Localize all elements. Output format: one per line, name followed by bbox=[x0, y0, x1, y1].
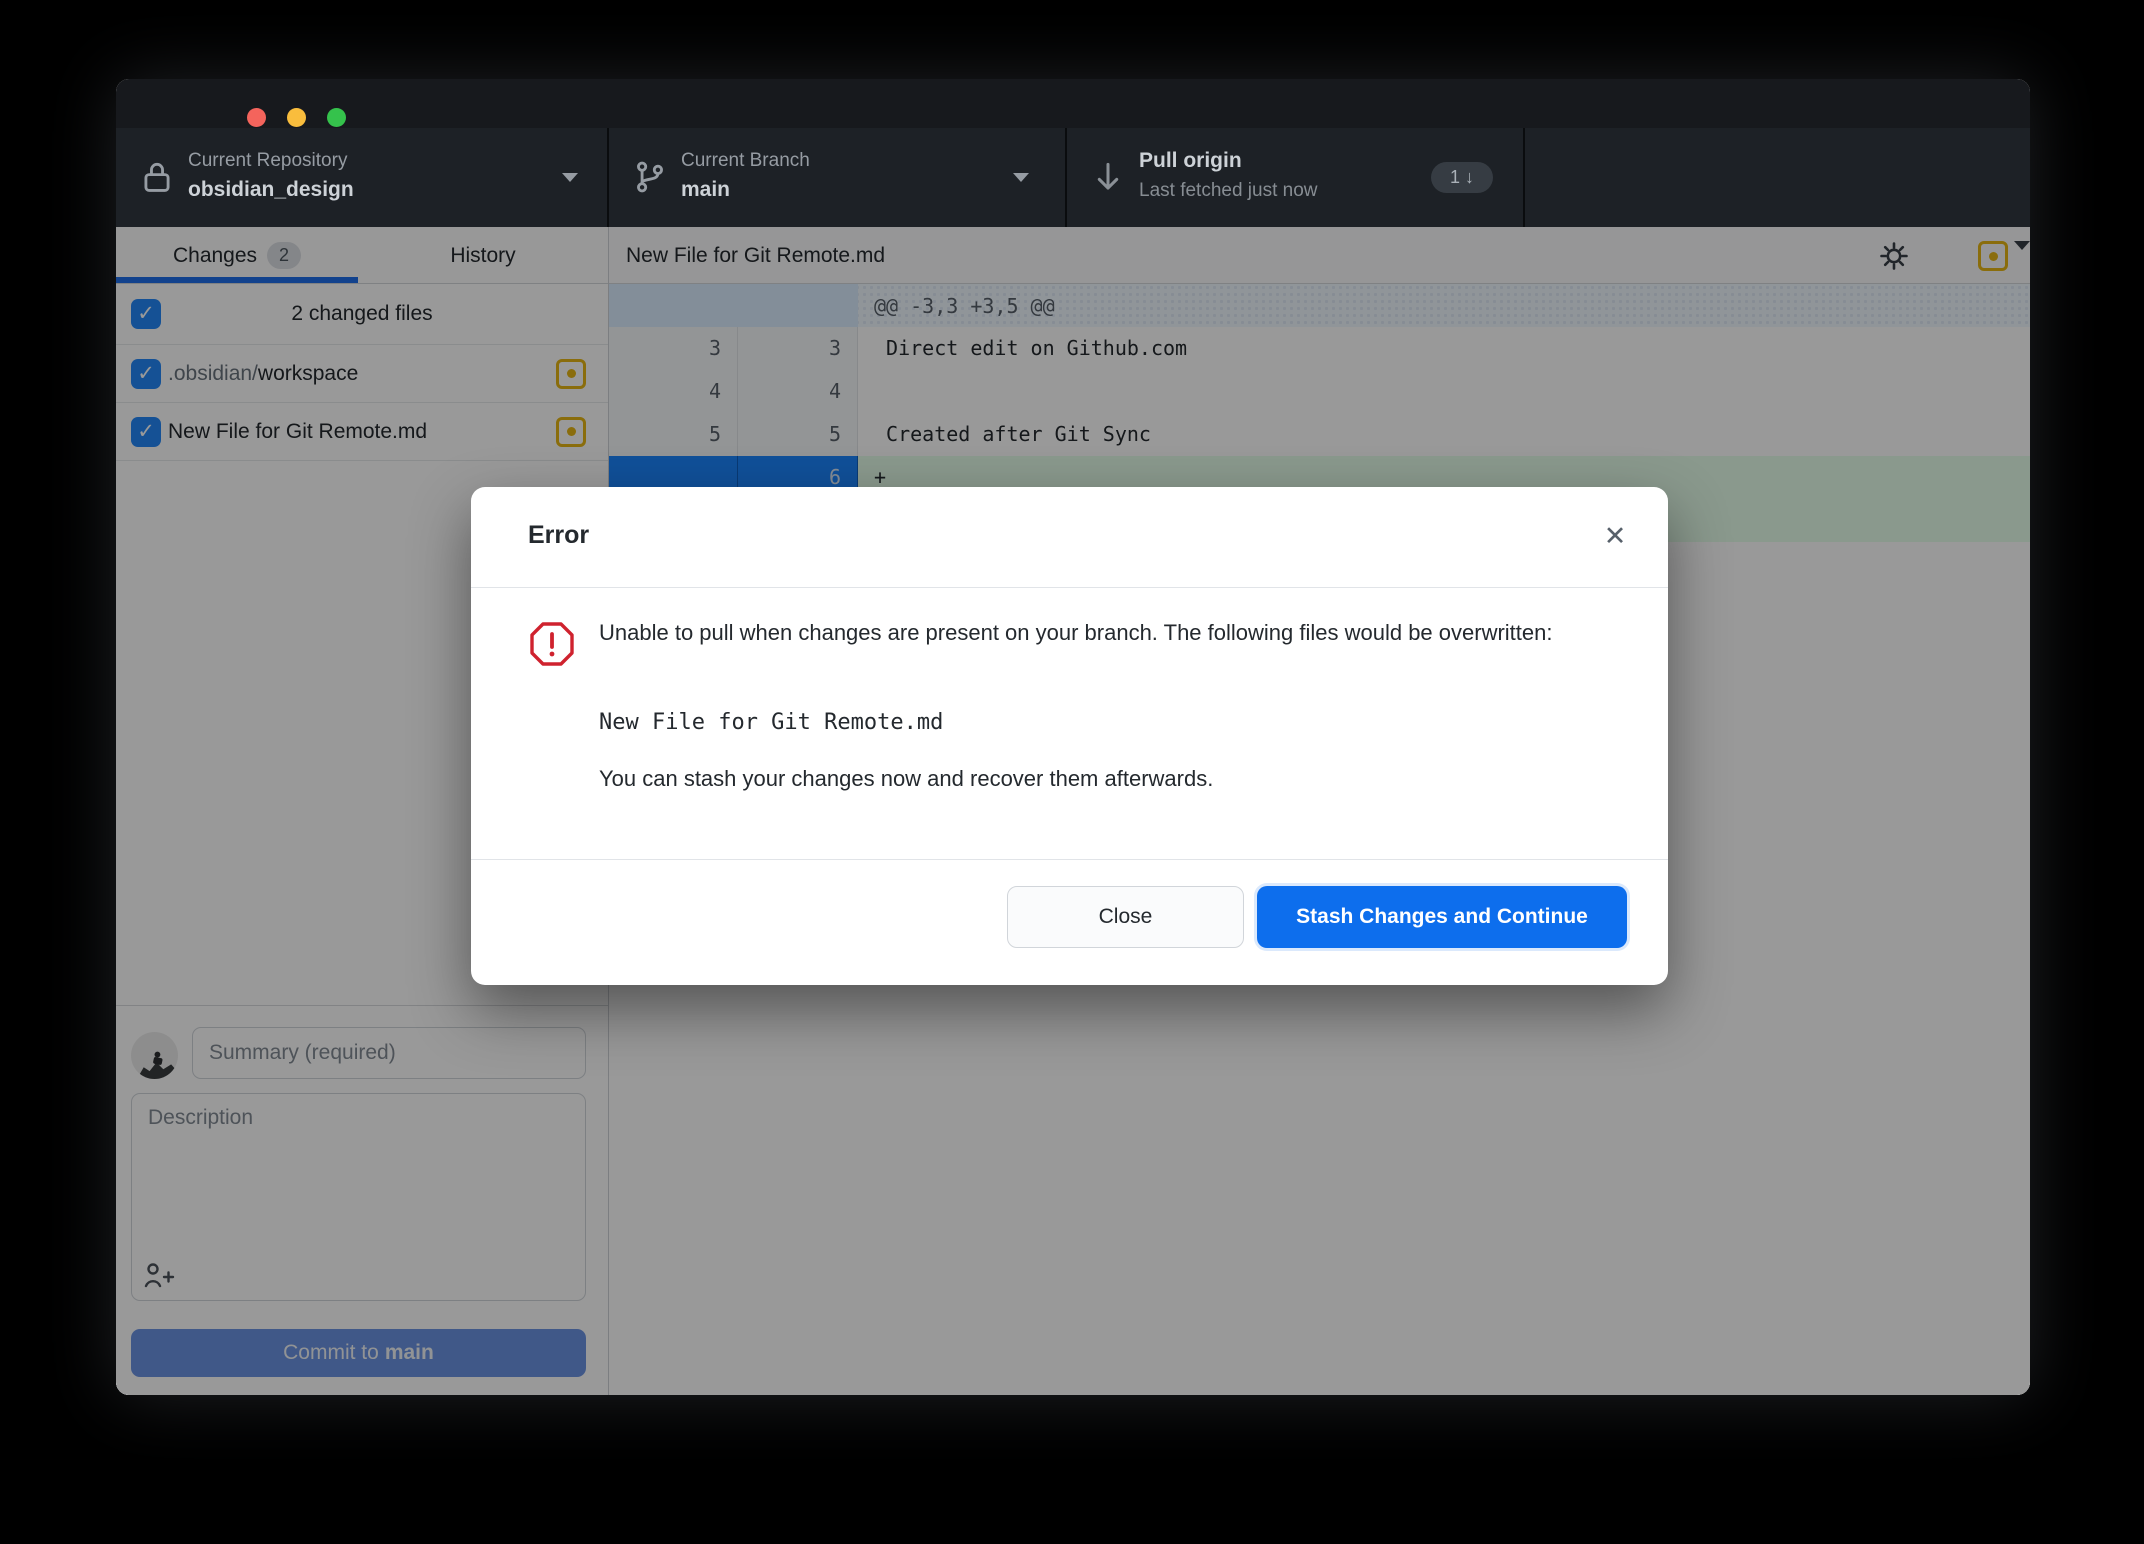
minimize-window-button[interactable] bbox=[287, 108, 306, 127]
chevron-down-icon bbox=[1013, 173, 1029, 182]
error-stop-icon bbox=[530, 622, 574, 666]
app-content: Changes 2 History ✓ 2 changed files ✓ .o… bbox=[116, 227, 2030, 1395]
pull-origin-button[interactable]: Pull origin Last fetched just now 1 ↓ bbox=[1067, 128, 1525, 227]
dialog-header: Error ✕ bbox=[471, 487, 1668, 588]
dialog-footer: Close Stash Changes and Continue bbox=[471, 859, 1668, 985]
repository-name: obsidian_design bbox=[188, 178, 354, 201]
arrow-down-icon bbox=[1097, 162, 1119, 190]
arrow-down-icon: ↓ bbox=[1465, 167, 1475, 187]
repository-label: Current Repository bbox=[188, 150, 348, 171]
screenshot-stage: Current Repository obsidian_design Curre… bbox=[0, 0, 2144, 1544]
lock-icon bbox=[144, 162, 170, 192]
branch-name: main bbox=[681, 178, 731, 201]
error-file-name: New File for Git Remote.md bbox=[599, 710, 944, 735]
pull-origin-subtitle: Last fetched just now bbox=[1139, 180, 1318, 201]
close-button[interactable]: Close bbox=[1007, 886, 1244, 948]
error-message: Unable to pull when changes are present … bbox=[599, 620, 1553, 645]
git-branch-icon bbox=[637, 161, 663, 193]
toolbar: Current Repository obsidian_design Curre… bbox=[116, 128, 2030, 227]
dialog-body: Unable to pull when changes are present … bbox=[471, 588, 1668, 859]
current-repository-dropdown[interactable]: Current Repository obsidian_design bbox=[116, 128, 609, 227]
error-dialog: Error ✕ Unable to pull when changes are … bbox=[471, 487, 1668, 985]
close-window-button[interactable] bbox=[247, 108, 266, 127]
close-icon[interactable]: ✕ bbox=[1598, 519, 1632, 553]
pull-origin-title: Pull origin bbox=[1139, 149, 1242, 172]
error-hint: You can stash your changes now and recov… bbox=[599, 766, 1214, 791]
app-window: Current Repository obsidian_design Curre… bbox=[116, 79, 2030, 1395]
titlebar bbox=[116, 79, 2030, 128]
branch-label: Current Branch bbox=[681, 150, 810, 171]
zoom-window-button[interactable] bbox=[327, 108, 346, 127]
behind-count-badge: 1 ↓ bbox=[1431, 162, 1493, 193]
chevron-down-icon bbox=[562, 173, 578, 182]
dialog-title: Error bbox=[528, 521, 590, 549]
stash-and-continue-button[interactable]: Stash Changes and Continue bbox=[1257, 886, 1627, 948]
current-branch-dropdown[interactable]: Current Branch main bbox=[609, 128, 1067, 227]
